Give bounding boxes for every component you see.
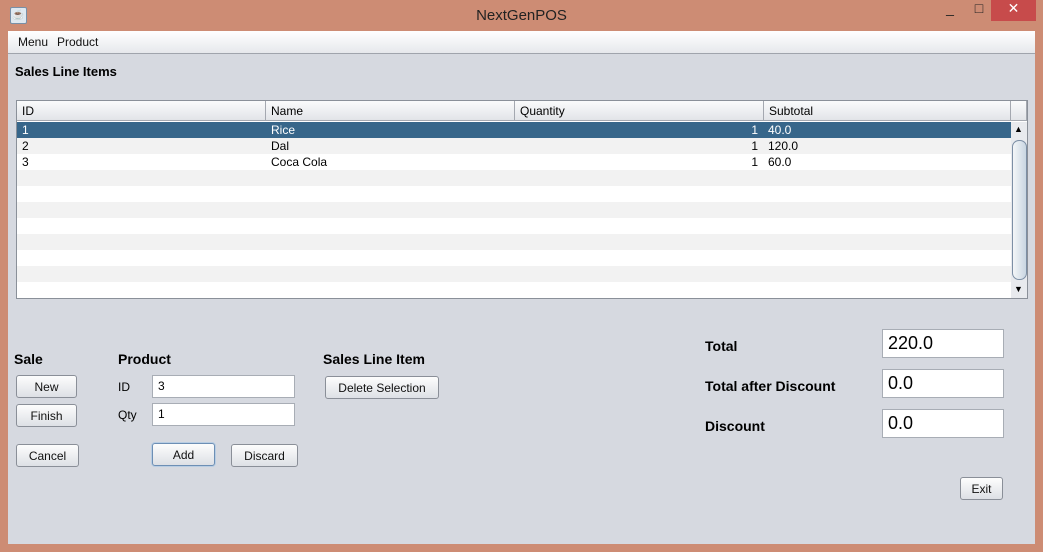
table-row[interactable] — [17, 186, 1011, 202]
scroll-down-arrow-icon[interactable]: ▼ — [1014, 284, 1023, 294]
add-button[interactable]: Add — [152, 443, 215, 466]
cell-name: Dal — [271, 139, 290, 153]
scrollbar-thumb[interactable] — [1012, 140, 1027, 280]
cell-subtotal: 120.0 — [768, 139, 799, 153]
cell-id: 2 — [22, 139, 29, 153]
column-header-subtotal[interactable]: Subtotal — [764, 101, 1011, 121]
maximize-button[interactable]: □ — [965, 0, 993, 21]
finish-sale-button[interactable]: Finish — [16, 404, 77, 427]
menu-product[interactable]: Product — [57, 35, 98, 49]
sales-line-item-label: Sales Line Item — [323, 351, 425, 367]
sale-label: Sale — [14, 351, 43, 367]
table-row[interactable] — [17, 234, 1011, 250]
quantity-label: Qty — [118, 408, 137, 422]
delete-selection-button[interactable]: Delete Selection — [325, 376, 439, 399]
cancel-sale-button[interactable]: Cancel — [16, 444, 79, 467]
sales-line-items-table: ID Name Quantity Subtotal 1 Rice 1 40.0 2 Dal… — [16, 100, 1028, 299]
table-row[interactable] — [17, 250, 1011, 266]
table-row[interactable]: 1 Rice 1 40.0 — [17, 122, 1011, 138]
exit-button[interactable]: Exit — [960, 477, 1003, 500]
cell-id: 3 — [22, 155, 29, 169]
column-header-id[interactable]: ID — [17, 101, 266, 121]
discount-field[interactable]: 0.0 — [882, 409, 1004, 438]
title-bar: ☕ NextGenPOS _ □ ✕ — [0, 0, 1043, 31]
total-after-discount-field[interactable]: 0.0 — [882, 369, 1004, 398]
minimize-button[interactable]: _ — [935, 0, 965, 21]
product-label: Product — [118, 351, 171, 367]
table-row[interactable] — [17, 282, 1011, 298]
main-panel: Menu Product Sales Line Items ID Name Qu… — [8, 31, 1035, 544]
cell-id: 1 — [22, 123, 29, 137]
table-row[interactable] — [17, 202, 1011, 218]
table-row[interactable] — [17, 218, 1011, 234]
column-header-name[interactable]: Name — [266, 101, 515, 121]
total-label: Total — [705, 338, 738, 354]
scroll-up-arrow-icon[interactable]: ▲ — [1014, 124, 1023, 134]
new-sale-button[interactable]: New — [16, 375, 77, 398]
close-button[interactable]: ✕ — [991, 0, 1036, 21]
discount-label: Discount — [705, 418, 765, 434]
vertical-scrollbar[interactable]: ▲ ▼ — [1011, 122, 1027, 298]
column-header-quantity[interactable]: Quantity — [515, 101, 764, 121]
discard-button[interactable]: Discard — [231, 444, 298, 467]
table-row[interactable]: 2 Dal 1 120.0 — [17, 138, 1011, 154]
cell-quantity: 1 — [751, 155, 758, 169]
total-field[interactable]: 220.0 — [882, 329, 1004, 358]
section-title: Sales Line Items — [15, 64, 117, 79]
cell-name: Coca Cola — [271, 155, 328, 169]
cell-subtotal: 40.0 — [768, 123, 792, 137]
product-id-label: ID — [118, 380, 130, 394]
cell-quantity: 1 — [751, 139, 758, 153]
cell-quantity: 1 — [751, 123, 758, 137]
total-after-discount-label: Total after Discount — [705, 378, 836, 394]
window-title: NextGenPOS — [476, 7, 567, 24]
table-row[interactable] — [17, 170, 1011, 186]
cell-name: Rice — [271, 123, 296, 137]
header-corner — [1011, 101, 1027, 121]
product-id-input[interactable]: 3 — [152, 375, 295, 398]
table-row[interactable]: 3 Coca Cola 1 60.0 — [17, 154, 1011, 170]
menu-bar: Menu Product — [8, 31, 1035, 54]
table-row[interactable] — [17, 266, 1011, 282]
menu-menu[interactable]: Menu — [18, 35, 48, 49]
cell-subtotal: 60.0 — [768, 155, 792, 169]
quantity-input[interactable]: 1 — [152, 403, 295, 426]
